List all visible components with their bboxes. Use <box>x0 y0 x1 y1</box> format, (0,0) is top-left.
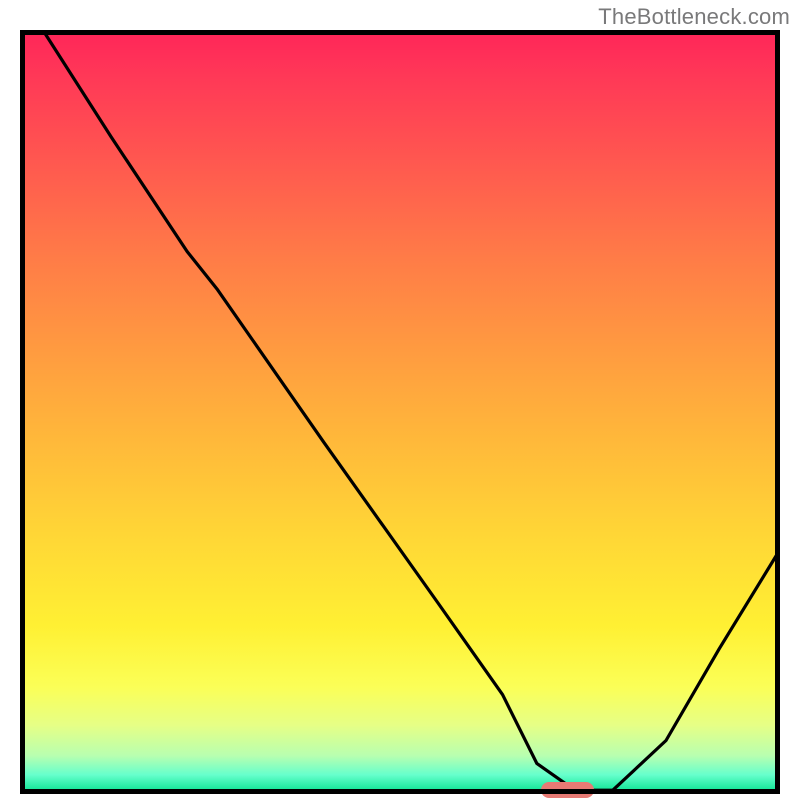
optimal-range-marker <box>541 782 594 798</box>
attribution-text: TheBottleneck.com <box>598 4 790 30</box>
curve-layer <box>20 30 780 794</box>
figure-root: TheBottleneck.com <box>0 0 800 800</box>
plot-area <box>20 30 780 794</box>
bottleneck-curve <box>43 30 780 790</box>
